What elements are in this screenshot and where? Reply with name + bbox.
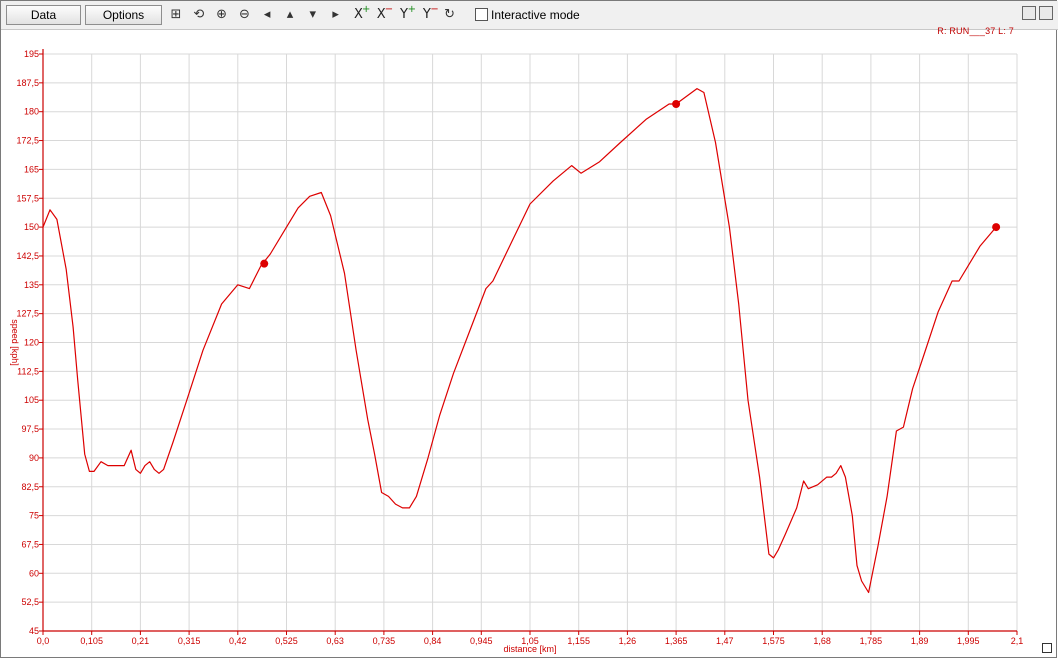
y-tick-label: 45 [29,626,39,636]
series-marker-point [672,100,681,109]
y-tick-label: 142,5 [16,251,39,261]
x-tick-label: 0,105 [80,636,103,646]
x-tick-label: 0,525 [275,636,298,646]
x-tick-label: 1,68 [813,636,831,646]
x-tick-label: 2,1 [1011,636,1024,646]
x-tick-label: 0,735 [373,636,396,646]
y-tick-label: 157,5 [16,193,39,203]
x-axis-label: distance [km] [503,644,556,654]
x-tick-label: 1,47 [716,636,734,646]
plot-window: Data Options ⊞ ⟲ ⊕ ⊖ ◂ ▴ ▾ ▸ X + X − Y + Y − ↻ Interacti… [0,0,1058,658]
x-tick-label: 1,365 [665,636,688,646]
x-tick-label: 0,0 [37,636,50,646]
y-tick-label: 60 [29,568,39,578]
x-tick-label: 1,995 [957,636,980,646]
x-tick-label: 1,785 [860,636,883,646]
y-tick-label: 127,5 [16,309,39,319]
y-tick-label: 112,5 [17,366,39,376]
y-tick-label: 105 [24,395,39,405]
x-tick-label: 0,21 [132,636,150,646]
y-tick-label: 180 [24,107,39,117]
speed-distance-chart: 0,0 0,105 0,21 0,315 0,42 0,525 0,63 0,735 0,84 0… [10,49,1024,654]
y-axis-label: speed [kph] [10,319,20,366]
y-tick-label: 90 [29,453,39,463]
y-tick-label: 150 [24,222,39,232]
x-tick-label: 0,315 [178,636,201,646]
x-tick-label: 0,945 [470,636,493,646]
y-tick-label: 135 [24,280,39,290]
y-tick-label: 52,5 [21,597,39,607]
series-marker-point [260,259,269,268]
x-tick-label: 0,84 [424,636,442,646]
y-tick-label: 97,5 [21,424,39,434]
speed-series-line [42,87,997,594]
y-tick-label: 172,5 [16,136,39,146]
x-tick-label: 0,63 [326,636,344,646]
y-tick-label: 82,5 [21,482,39,492]
y-tick-label: 75 [29,511,39,521]
series-marker-point [992,223,1001,232]
y-tick-label: 195 [24,49,39,59]
y-tick-label: 67,5 [21,539,39,549]
x-tick-label: 1,89 [911,636,929,646]
y-tick-label: 187,5 [16,78,39,88]
x-tick-label: 0,42 [229,636,247,646]
x-tick-label: 1,26 [619,636,637,646]
y-tick-label: 120 [24,338,39,348]
x-tick-label: 1,575 [762,636,785,646]
resize-handle-icon[interactable] [1042,643,1052,653]
y-tick-label: 165 [24,164,39,174]
x-tick-label: 1,155 [567,636,590,646]
